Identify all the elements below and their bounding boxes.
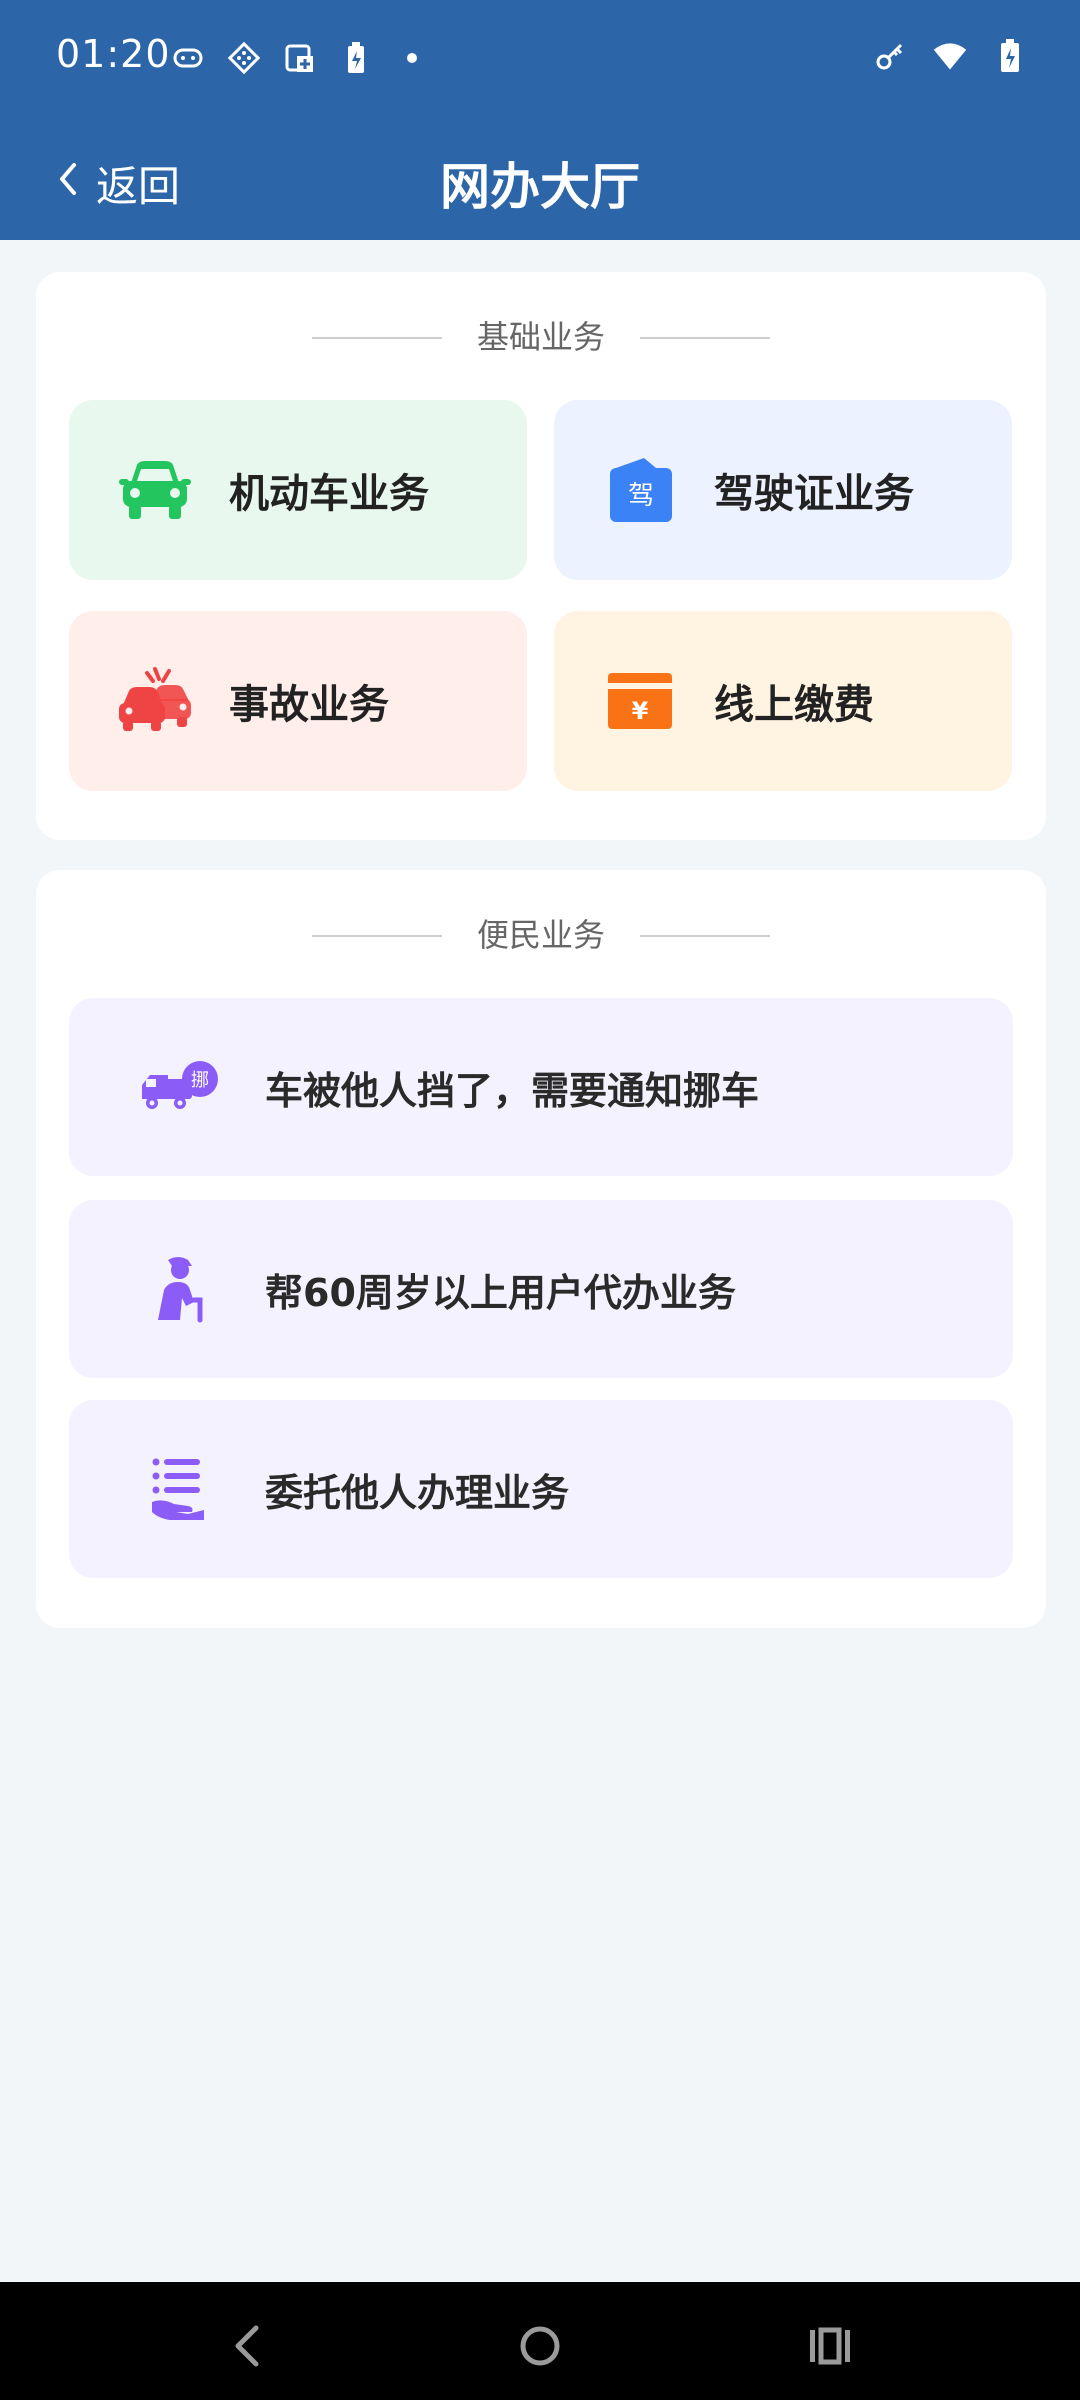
system-nav-bar bbox=[0, 2282, 1080, 2400]
page-title: 网办大厅 bbox=[440, 158, 640, 216]
dot-icon bbox=[394, 40, 430, 76]
convenience-services-card: 便民业务 挪 车被他人挡了，需要通知挪车 帮60周岁以上用户代办业务 委托他人办… bbox=[36, 870, 1046, 1628]
car-icon bbox=[111, 446, 199, 534]
battery-icon bbox=[992, 38, 1028, 74]
tile-label: 机动车业务 bbox=[229, 471, 429, 517]
divider-line bbox=[640, 337, 770, 339]
tile-label: 事故业务 bbox=[229, 682, 389, 728]
wifi-icon bbox=[932, 38, 968, 74]
home-icon[interactable] bbox=[510, 2316, 570, 2376]
section-title-convenience: 便民业务 bbox=[36, 910, 1046, 960]
divider-line bbox=[640, 935, 770, 937]
gamepad-icon bbox=[170, 40, 206, 76]
section-title-basic: 基础业务 bbox=[36, 312, 1046, 362]
status-time: 01:20 bbox=[56, 32, 171, 76]
battery-charging-icon bbox=[338, 40, 374, 76]
header: 返回 网办大厅 bbox=[0, 115, 1080, 240]
tile-label: 驾驶证业务 bbox=[714, 471, 914, 517]
license-icon: 驾 bbox=[596, 446, 684, 534]
vehicle-services-tile[interactable]: 机动车业务 bbox=[69, 400, 527, 580]
divider-line bbox=[312, 935, 442, 937]
license-services-tile[interactable]: 驾 驾驶证业务 bbox=[554, 400, 1012, 580]
delegate-others-item[interactable]: 委托他人办理业务 bbox=[69, 1400, 1013, 1578]
payment-icon: ¥ bbox=[596, 657, 684, 745]
move-car-truck-icon: 挪 bbox=[135, 1042, 225, 1132]
screenshot-icon bbox=[282, 40, 318, 76]
divider-line bbox=[312, 337, 442, 339]
tile-label: 线上缴费 bbox=[714, 682, 874, 728]
top-app-bar: 01:20 返回 网办大厅 bbox=[0, 0, 1080, 240]
accident-icon bbox=[111, 657, 199, 745]
accident-services-tile[interactable]: 事故业务 bbox=[69, 611, 527, 791]
diamond-grid-icon bbox=[226, 40, 262, 76]
basic-services-card: 基础业务 机动车业务 驾 驾驶证业务 事故业务 ¥ 线上缴费 bbox=[36, 272, 1046, 840]
online-payment-tile[interactable]: ¥ 线上缴费 bbox=[554, 611, 1012, 791]
notify-move-car-item[interactable]: 挪 车被他人挡了，需要通知挪车 bbox=[69, 998, 1013, 1176]
elderly-proxy-item[interactable]: 帮60周岁以上用户代办业务 bbox=[69, 1200, 1013, 1378]
item-label: 车被他人挡了，需要通知挪车 bbox=[265, 1068, 760, 1113]
section-title-text: 基础业务 bbox=[476, 318, 605, 356]
svg-text:驾: 驾 bbox=[628, 481, 654, 511]
key-icon bbox=[872, 38, 908, 74]
elderly-person-icon bbox=[135, 1244, 225, 1334]
delegate-hand-list-icon bbox=[135, 1444, 225, 1534]
item-label: 委托他人办理业务 bbox=[265, 1470, 570, 1515]
svg-text:¥: ¥ bbox=[632, 697, 649, 725]
item-label: 帮60周岁以上用户代办业务 bbox=[265, 1270, 736, 1315]
recents-icon[interactable] bbox=[800, 2316, 860, 2376]
status-bar: 01:20 bbox=[0, 0, 1080, 115]
section-title-text: 便民业务 bbox=[476, 916, 605, 954]
svg-text:挪: 挪 bbox=[191, 1070, 209, 1091]
back-icon[interactable] bbox=[218, 2316, 278, 2376]
